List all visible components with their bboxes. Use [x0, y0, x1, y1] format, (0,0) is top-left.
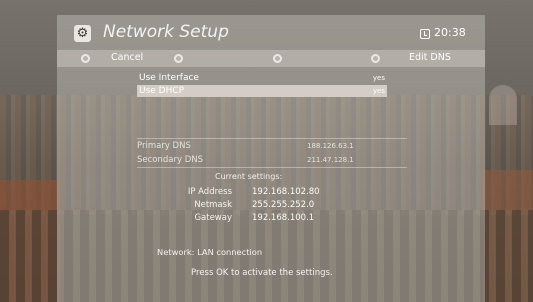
secondary-dns-value: 211.47.128.1 [307, 156, 354, 164]
title-bar: ⚙ Network Setup 20:38 [57, 15, 485, 50]
clock-time: 20:38 [434, 26, 466, 39]
activate-hint: Press OK to activate the settings. [191, 268, 333, 278]
gateway-label: Gateway [194, 213, 232, 223]
menu-item-label: Use Interface [139, 73, 199, 83]
network-status: Network: LAN connection [157, 247, 263, 257]
dome [489, 85, 517, 125]
gear-icon: ⚙ [74, 25, 91, 42]
primary-dns-label: Primary DNS [137, 141, 191, 151]
ip-address-label: IP Address [187, 187, 232, 197]
menu-item-label: Use DHCP [139, 86, 185, 96]
menu-item-value: yes [372, 74, 385, 82]
green-button-icon[interactable] [174, 54, 183, 63]
function-button-bar: Cancel Edit DNS [57, 50, 485, 67]
blue-button-icon[interactable] [371, 54, 380, 63]
edit-dns-button[interactable]: Edit DNS [409, 52, 451, 63]
clock-icon [420, 29, 430, 39]
menu-item-use-dhcp[interactable]: Use DHCP yes [137, 85, 387, 97]
cancel-button[interactable]: Cancel [111, 52, 143, 63]
menu-item-value: yes [372, 87, 385, 95]
divider [137, 138, 407, 139]
netmask-label: Netmask [194, 200, 232, 210]
network-setup-panel: ⚙ Network Setup 20:38 Cancel Edit DNS Us… [57, 15, 485, 302]
page-title: Network Setup [103, 22, 229, 42]
primary-dns-value: 188.126.63.1 [307, 142, 354, 150]
menu-item-use-interface[interactable]: Use Interface yes [137, 72, 387, 84]
yellow-button-icon[interactable] [273, 54, 282, 63]
current-settings-title: Current settings: [215, 172, 283, 181]
divider [137, 167, 407, 168]
netmask-value: 255.255.252.0 [252, 200, 315, 210]
gateway-value: 192.168.100.1 [252, 213, 315, 223]
secondary-dns-label: Secondary DNS [137, 155, 204, 165]
red-button-icon[interactable] [81, 54, 90, 63]
ip-address-value: 192.168.102.80 [252, 187, 320, 197]
